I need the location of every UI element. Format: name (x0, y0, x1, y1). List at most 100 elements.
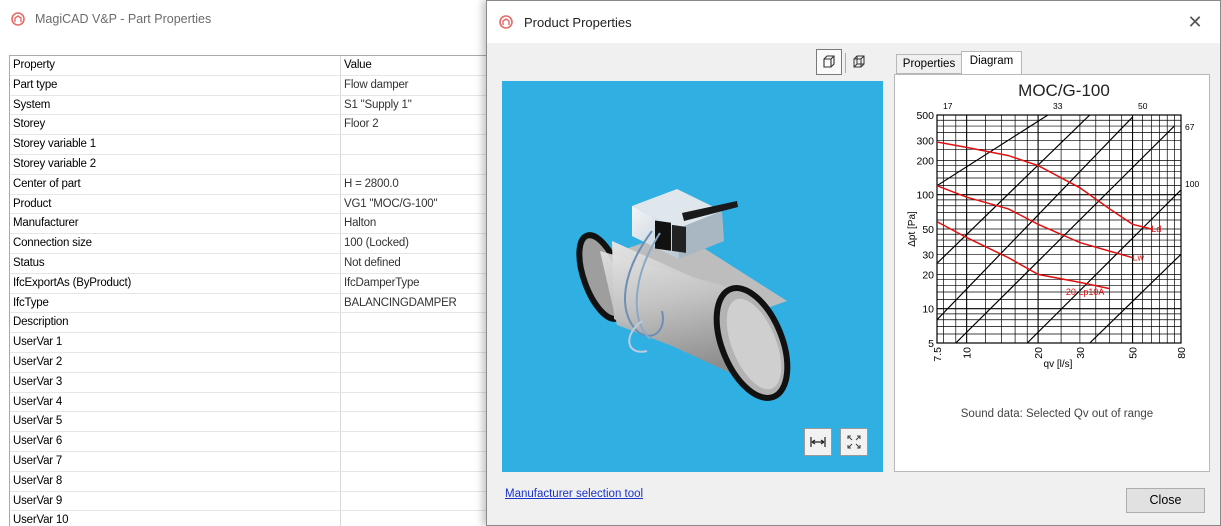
table-row[interactable]: IfcExportAs (ByProduct) IfcDamperType (10, 273, 487, 294)
property-value-cell[interactable] (341, 432, 487, 451)
property-value-cell[interactable]: VG1 "MOC/G-100" (341, 195, 487, 214)
fullscreen-icon (847, 435, 861, 449)
part-properties-title: MagiCAD V&P - Part Properties (35, 12, 212, 26)
wireframe-view-button[interactable] (846, 49, 872, 75)
properties-grid[interactable]: Property Value Part type Flow damper Syste… (9, 55, 487, 526)
diagram-panel: Ld Lw 20 Lp10A 5 10 20 30 50 100 200 300 500 7.5 10 20… (894, 74, 1210, 472)
property-value-cell[interactable]: 100 (Locked) (341, 234, 487, 253)
property-value-cell[interactable]: H = 2800.0 (341, 175, 487, 194)
table-row[interactable]: UserVar 7 (10, 451, 487, 472)
table-row[interactable]: UserVar 9 (10, 491, 487, 512)
x-tick-label: 30 (1075, 347, 1087, 359)
table-row[interactable]: Manufacturer Halton (10, 214, 487, 235)
table-row[interactable]: Description (10, 313, 487, 334)
property-name-cell: UserVar 9 (10, 491, 341, 511)
y-tick-label: 20 (922, 269, 934, 281)
property-value-cell[interactable] (341, 373, 487, 392)
property-name-cell: Storey (10, 115, 341, 135)
curve-label: Ld (1151, 224, 1161, 234)
table-row[interactable]: Product VG1 "MOC/G-100" (10, 194, 487, 215)
curve-label: Lw (1133, 253, 1145, 263)
fullscreen-button[interactable] (840, 428, 868, 456)
y-tick-label: 50 (922, 224, 934, 236)
magicad-logo-icon (499, 15, 513, 29)
property-value-cell[interactable]: IfcDamperType (341, 274, 487, 293)
tab-diagram[interactable]: Diagram (961, 51, 1022, 75)
property-name-cell: UserVar 5 (10, 412, 341, 432)
close-button[interactable]: Close (1126, 488, 1205, 513)
x-tick-label: 7.5 (932, 347, 944, 362)
property-name-cell: Description (10, 313, 341, 333)
property-value-cell[interactable] (341, 353, 487, 372)
table-row[interactable]: Connection size 100 (Locked) (10, 234, 487, 254)
property-value-cell[interactable] (341, 333, 487, 352)
table-row[interactable]: UserVar 3 (10, 372, 487, 393)
x-axis-label: qv [l/s] (1044, 359, 1073, 370)
property-value-cell[interactable] (341, 511, 487, 526)
curve-label: 20 Lp10A (1066, 287, 1105, 297)
3d-viewport[interactable] (502, 81, 883, 472)
property-value-cell[interactable]: BALANCINGDAMPER (341, 294, 487, 313)
property-name-cell: Connection size (10, 234, 341, 253)
diagram-title: MOC/G-100 (1018, 81, 1110, 100)
y-axis-label: Δpt [Pa] (907, 211, 918, 247)
dialog-titlebar[interactable]: Product Properties ✕ (487, 1, 1220, 43)
property-value-cell[interactable] (341, 472, 487, 491)
table-row[interactable]: UserVar 2 (10, 352, 487, 373)
table-row[interactable]: Part type Flow damper (10, 75, 487, 96)
table-row[interactable]: Center of part H = 2800.0 (10, 174, 487, 195)
product-properties-dialog: Product Properties ✕ Properties Diagram … (486, 0, 1221, 526)
table-row[interactable]: Storey variable 1 (10, 135, 487, 155)
property-name-cell: IfcExportAs (ByProduct) (10, 273, 341, 293)
property-name-cell: UserVar 10 (10, 511, 341, 526)
property-name-cell: Status (10, 253, 341, 273)
property-value-cell[interactable] (341, 412, 487, 431)
property-value-cell[interactable]: Floor 2 (341, 115, 487, 134)
solid-view-button[interactable] (816, 49, 842, 75)
property-value-cell[interactable] (341, 492, 487, 511)
table-row[interactable]: UserVar 8 (10, 471, 487, 492)
table-row[interactable]: Storey Floor 2 (10, 115, 487, 136)
property-value-cell[interactable] (341, 135, 487, 154)
table-row[interactable]: UserVar 4 (10, 392, 487, 413)
fit-width-icon (810, 437, 826, 447)
table-row[interactable]: Status Not defined (10, 253, 487, 274)
pressure-flow-diagram: LdLw20 Lp10A5102030501002003005007.5 10 20… (907, 101, 1199, 370)
table-row[interactable]: UserVar 1 (10, 333, 487, 353)
property-name-cell: System (10, 95, 341, 115)
property-value-cell[interactable]: Flow damper (341, 76, 487, 95)
property-value-cell[interactable] (341, 155, 487, 174)
property-name-cell: Center of part (10, 174, 341, 194)
property-name-cell: UserVar 8 (10, 471, 341, 491)
magicad-logo-icon (11, 12, 25, 26)
property-name-cell: UserVar 4 (10, 392, 341, 412)
grid-header-value[interactable]: Value (341, 56, 487, 75)
fit-view-button[interactable] (804, 428, 832, 456)
property-name-cell: UserVar 1 (10, 333, 341, 352)
grid-header-property[interactable]: Property (10, 56, 341, 75)
property-name-cell: UserVar 2 (10, 352, 341, 372)
grid-rows: Part type Flow damper System S1 "Supply 1" S… (10, 75, 487, 526)
x-tick-label: 80 (1176, 347, 1188, 359)
manufacturer-selection-link[interactable]: Manufacturer selection tool (505, 488, 643, 500)
property-name-cell: UserVar 6 (10, 432, 341, 451)
damper-model-icon (576, 189, 791, 401)
y-tick-label: 10 (922, 304, 934, 316)
sound-data-note: Sound data: Selected Qv out of range (960, 408, 1154, 420)
table-row[interactable]: UserVar 6 (10, 432, 487, 452)
tab-properties[interactable]: Properties (896, 54, 961, 74)
property-value-cell[interactable] (341, 393, 487, 412)
property-value-cell[interactable] (341, 313, 487, 332)
property-name-cell: Manufacturer (10, 214, 341, 234)
table-row[interactable]: IfcType BALANCINGDAMPER (10, 293, 487, 314)
close-icon[interactable]: ✕ (1183, 11, 1207, 33)
table-row[interactable]: Storey variable 2 (10, 154, 487, 175)
table-row[interactable]: System S1 "Supply 1" (10, 95, 487, 116)
table-row[interactable]: UserVar 10 (10, 511, 487, 526)
property-value-cell[interactable]: Not defined (341, 254, 487, 273)
property-value-cell[interactable]: Halton (341, 214, 487, 233)
table-row[interactable]: UserVar 5 (10, 412, 487, 433)
property-value-cell[interactable] (341, 452, 487, 471)
property-name-cell: UserVar 7 (10, 451, 341, 471)
property-value-cell[interactable]: S1 "Supply 1" (341, 96, 487, 115)
